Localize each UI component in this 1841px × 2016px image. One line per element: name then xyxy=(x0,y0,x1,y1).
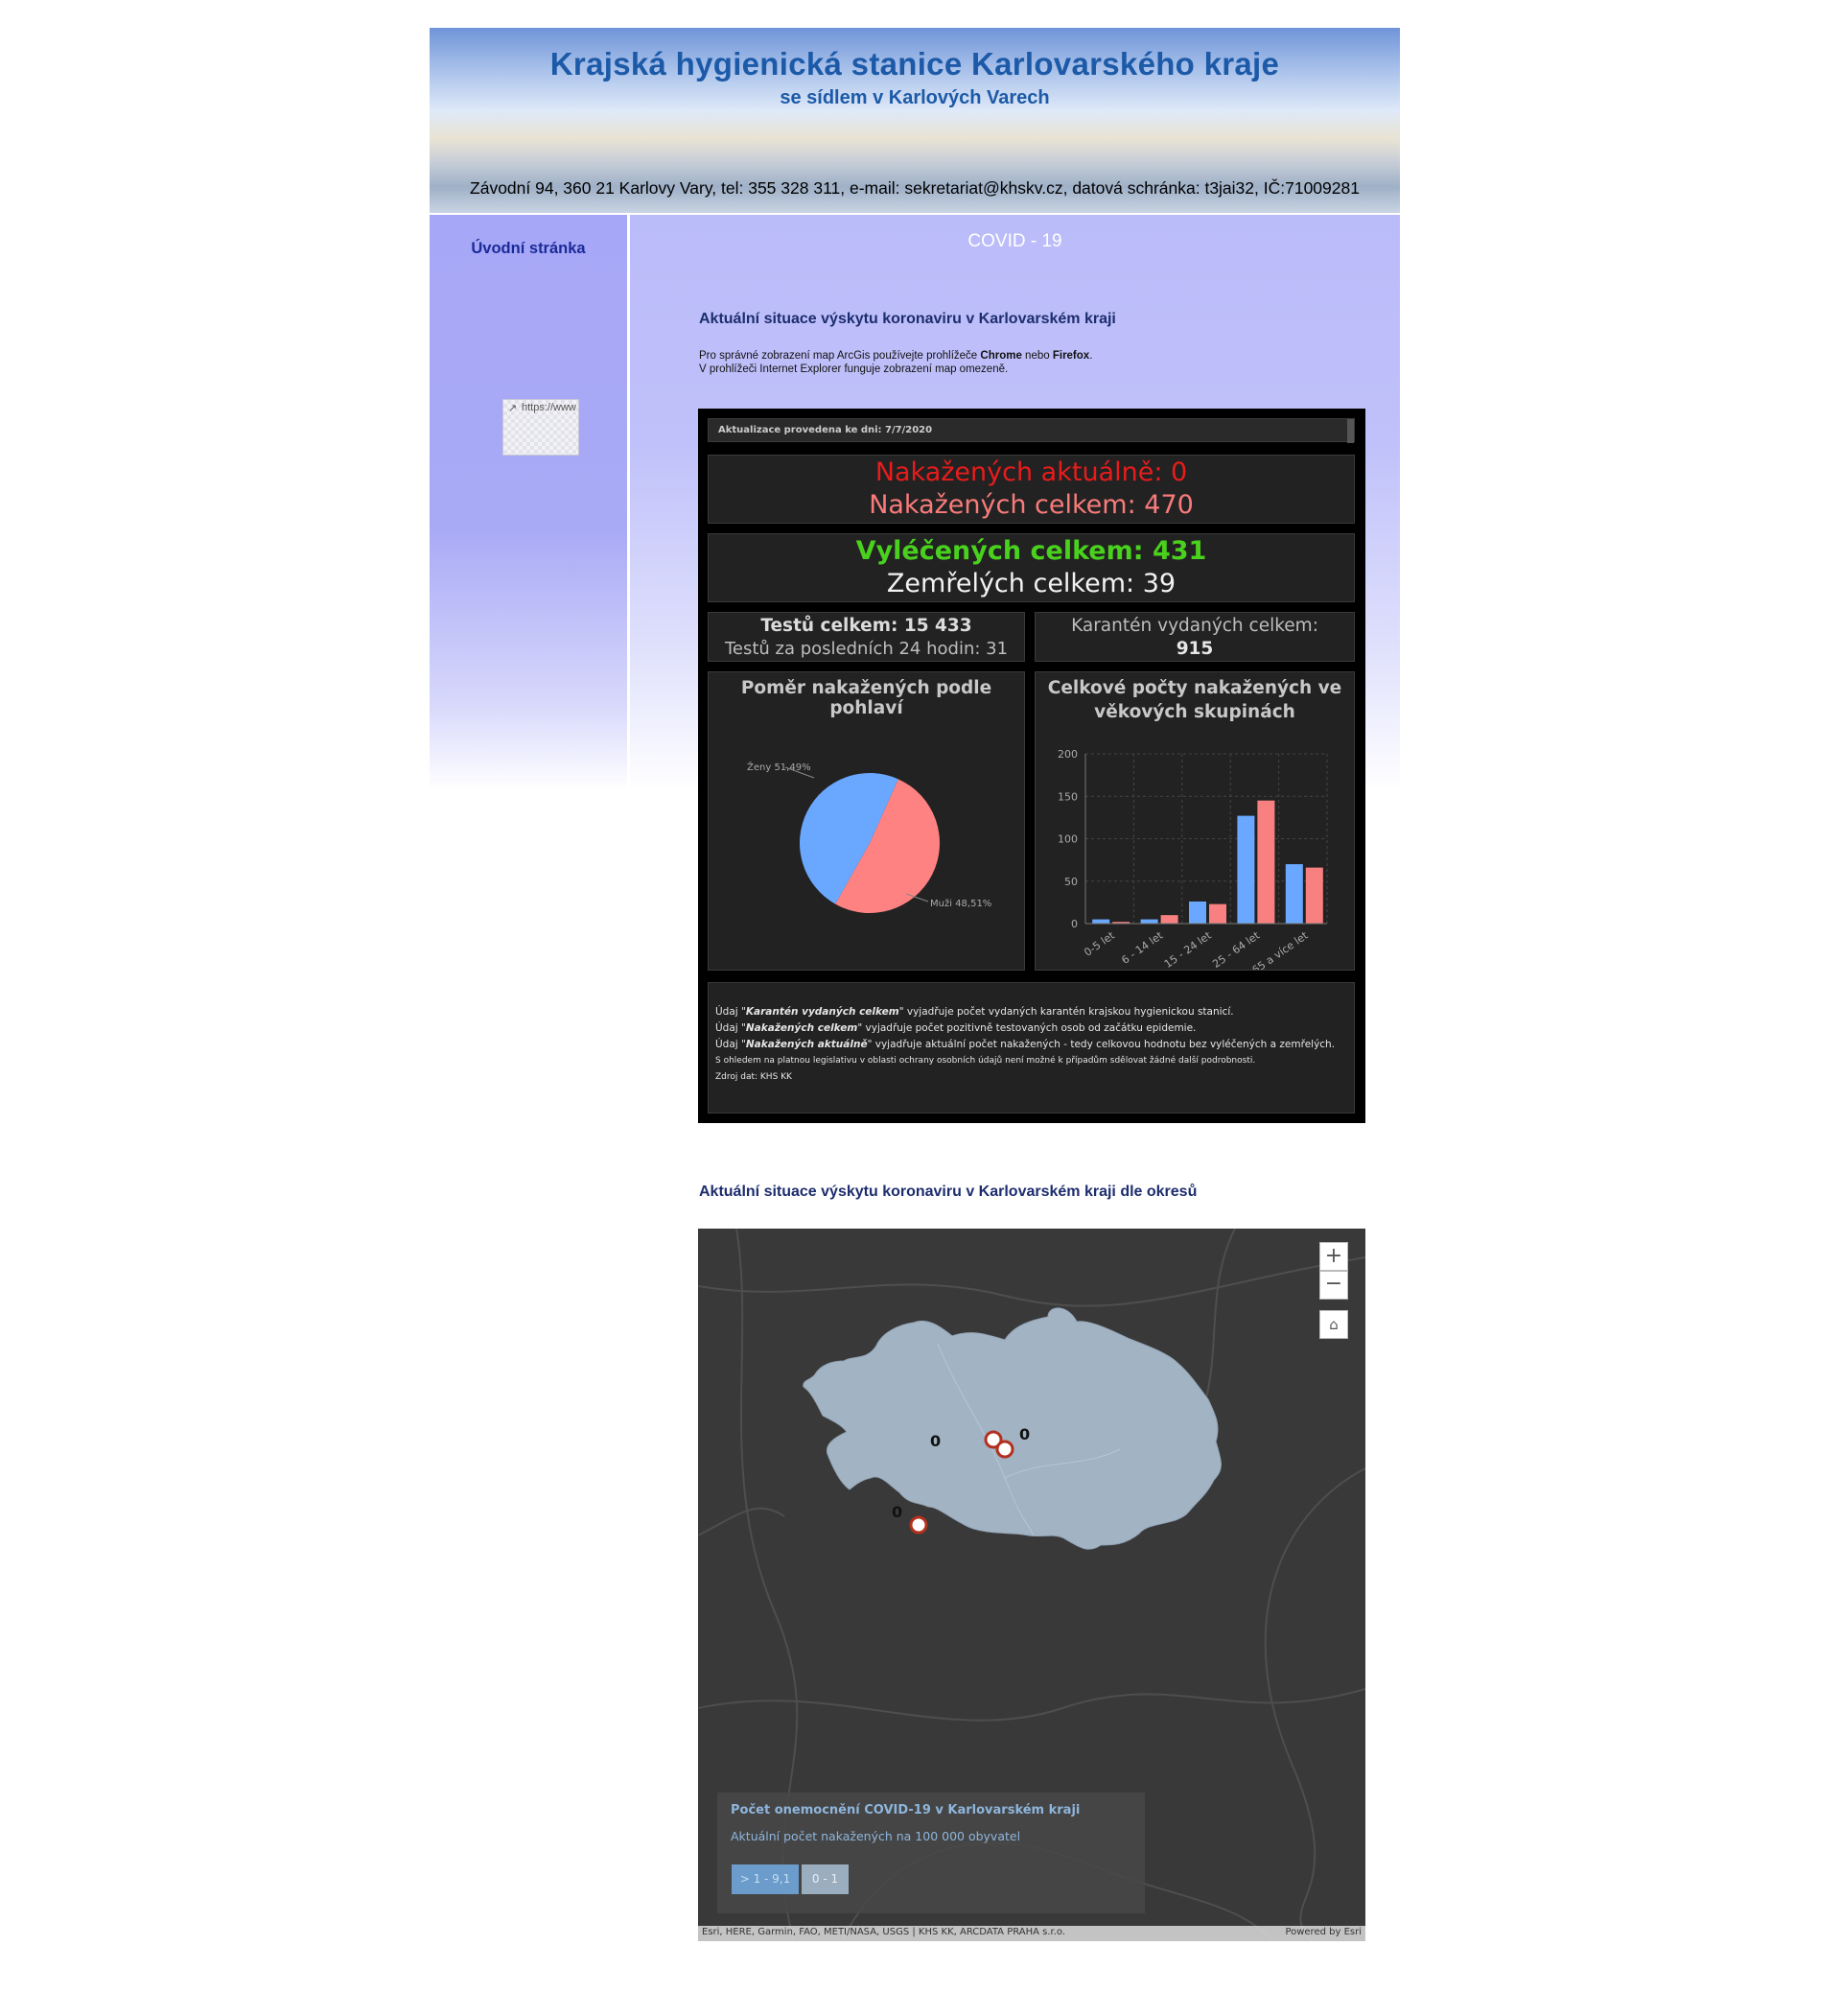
hospital-marker-icon[interactable] xyxy=(995,1440,1014,1459)
quarantine-panel: Karantén vydaných celkem: 915 xyxy=(1035,612,1355,662)
header-banner: Krajská hygienická stanice Karlovarského… xyxy=(430,28,1400,213)
bar[interactable] xyxy=(1237,815,1255,924)
x-tick-label: 6 - 14 let xyxy=(1119,928,1166,966)
powered-by-esri[interactable]: Powered by Esri xyxy=(1285,1927,1362,1937)
note-term: Nakažených aktuálně xyxy=(745,1039,868,1050)
home-extent-icon: ⌂ xyxy=(1329,1316,1339,1333)
bar[interactable] xyxy=(1257,800,1275,924)
site-subtitle: se sídlem v Karlových Varech xyxy=(780,87,1050,108)
browser-chrome: Chrome xyxy=(980,350,1022,362)
legend-title: Počet onemocnění COVID-19 v Karlovarském… xyxy=(731,1803,1081,1817)
y-tick-label: 150 xyxy=(1058,790,1078,803)
legend-class-low[interactable]: 0 - 1 xyxy=(802,1864,849,1894)
contact-address: Závodní 94, 360 21 Karlovy Vary, tel: 35… xyxy=(470,178,1360,198)
section-heading-region: Aktuální situace výskytu koronaviru v Ka… xyxy=(699,311,1116,327)
region-karlovarsky[interactable] xyxy=(803,1307,1222,1550)
pie-title: Poměr nakažených podle pohlaví xyxy=(740,678,992,718)
bar-title-line1: Celkové počty nakažených ve xyxy=(1047,678,1342,698)
tests-total: Testů celkem: 15 433 xyxy=(760,616,972,636)
bar[interactable] xyxy=(1305,867,1323,924)
site-title: Krajská hygienická stanice Karlovarského… xyxy=(549,46,1280,82)
quarantine-label: Karantén vydaných celkem: xyxy=(1071,616,1318,636)
bar-panel: Celkové počty nakažených ve věkových sku… xyxy=(1035,671,1355,971)
bar[interactable] xyxy=(1285,864,1303,924)
x-tick-label: 15 - 24 let xyxy=(1162,928,1214,970)
notes-panel: Údaj "Karantén vydaných celkem" vyjadřuj… xyxy=(708,982,1355,1113)
bar[interactable] xyxy=(1209,903,1226,924)
external-link-text: https://www xyxy=(522,402,576,413)
update-label: Aktualizace provedena ke dni: 7/7/2020 xyxy=(718,425,933,435)
district-count-karlovy-vary: 0 xyxy=(1019,1425,1030,1443)
y-tick-label: 200 xyxy=(1058,748,1078,761)
note-term: Nakažených celkem xyxy=(745,1022,858,1034)
nav-home-link[interactable]: Úvodní stránka xyxy=(430,240,627,258)
covid-dashboard: Aktualizace provedena ke dni: 7/7/2020 N… xyxy=(698,409,1365,1123)
pie-panel: Poměr nakažených podle pohlaví Ženy 51,4… xyxy=(708,671,1025,971)
district-count-sokolov: 0 xyxy=(892,1503,902,1521)
y-tick-label: 0 xyxy=(1071,918,1078,930)
legend-subtitle: Aktuální počet nakažených na 100 000 oby… xyxy=(731,1829,1021,1843)
infected-total: Nakažených celkem: 470 xyxy=(869,490,1194,520)
infected-panel: Nakažených aktuálně: 0 Nakažených celkem… xyxy=(708,455,1355,524)
x-tick-label: 0-5 let xyxy=(1082,928,1117,958)
legend-class-high[interactable]: > 1 - 9,1 xyxy=(732,1864,799,1894)
note-line: Údaj "Nakažených aktuálně" vyjadřuje akt… xyxy=(715,1039,1336,1050)
tests-24h: Testů za posledních 24 hodin: 31 xyxy=(724,639,1009,659)
home-extent-button[interactable]: ⌂ xyxy=(1319,1310,1348,1339)
recovered-total: Vyléčených celkem: 431 xyxy=(855,536,1207,566)
update-bar: Aktualizace provedena ke dni: 7/7/2020 xyxy=(708,418,1355,443)
note-line: Údaj "Nakažených celkem" vyjadřuje počet… xyxy=(715,1022,1197,1034)
bar[interactable] xyxy=(1092,919,1110,924)
section-heading-districts: Aktuální situace výskytu koronaviru v Ka… xyxy=(699,1184,1198,1200)
pie-label: Ženy 51,49% xyxy=(747,761,811,773)
note-term: Karantén vydaných celkem xyxy=(745,1006,899,1018)
map-legend: Počet onemocnění COVID-19 v Karlovarském… xyxy=(717,1793,1145,1913)
deaths-total: Zemřelých celkem: 39 xyxy=(886,569,1177,598)
y-tick-label: 50 xyxy=(1064,876,1078,888)
pie-label: Muži 48,51% xyxy=(930,898,991,909)
hospital-marker-icon[interactable] xyxy=(909,1515,928,1535)
note-line: Údaj "Karantén vydaných celkem" vyjadřuj… xyxy=(715,1006,1234,1018)
external-link-icon: ↗ xyxy=(508,403,518,414)
browser-note: Pro správné zobrazení map ArcGis používe… xyxy=(699,350,1093,362)
zoom-out-button[interactable]: − xyxy=(1319,1271,1348,1300)
ie-note: V prohlížeči Internet Explorer funguje z… xyxy=(699,363,1009,375)
bar[interactable] xyxy=(1140,919,1158,924)
y-tick-label: 100 xyxy=(1058,833,1078,846)
tests-panel: Testů celkem: 15 433 Testů za posledních… xyxy=(708,612,1025,662)
district-map[interactable]: 0 0 0 + − ⌂ Počet onemocnění COVID-19 v … xyxy=(698,1229,1365,1941)
note-legal: S ohledem na platnou legislativu v oblas… xyxy=(715,1056,1256,1066)
infected-current: Nakažených aktuálně: 0 xyxy=(874,457,1188,487)
x-tick-label: 65 a více let xyxy=(1250,928,1312,970)
district-count-cheb: 0 xyxy=(930,1432,941,1450)
bar-title-line2: věkových skupinách xyxy=(1094,702,1295,722)
bar[interactable] xyxy=(1189,901,1206,924)
browser-firefox: Firefox xyxy=(1052,350,1090,362)
zoom-in-button[interactable]: + xyxy=(1319,1242,1348,1271)
note-source: Zdroj dat: KHS KK xyxy=(715,1072,792,1082)
quarantine-value: 915 xyxy=(1176,639,1214,659)
gender-pie-chart: Ženy 51,49% Muži 48,51% xyxy=(747,761,991,913)
external-link-image[interactable]: ↗ https://www xyxy=(502,399,579,456)
age-bar-chart: 0 50 100 150 200 0-5 let 6 - 14 let15 - 24 let… xyxy=(1058,748,1328,970)
recovered-panel: Vyléčených celkem: 431 Zemřelých celkem:… xyxy=(708,533,1355,602)
bar[interactable] xyxy=(1160,915,1178,924)
page-title: COVID - 19 xyxy=(967,231,1062,251)
attribution-text: Esri, HERE, Garmin, FAO, METI/NASA, USGS… xyxy=(702,1927,1066,1937)
update-scrollbar[interactable] xyxy=(1347,419,1354,443)
sidebar: Úvodní stránka ↗ https://www xyxy=(430,215,627,790)
map-attribution: Esri, HERE, Garmin, FAO, METI/NASA, USGS… xyxy=(698,1926,1365,1941)
